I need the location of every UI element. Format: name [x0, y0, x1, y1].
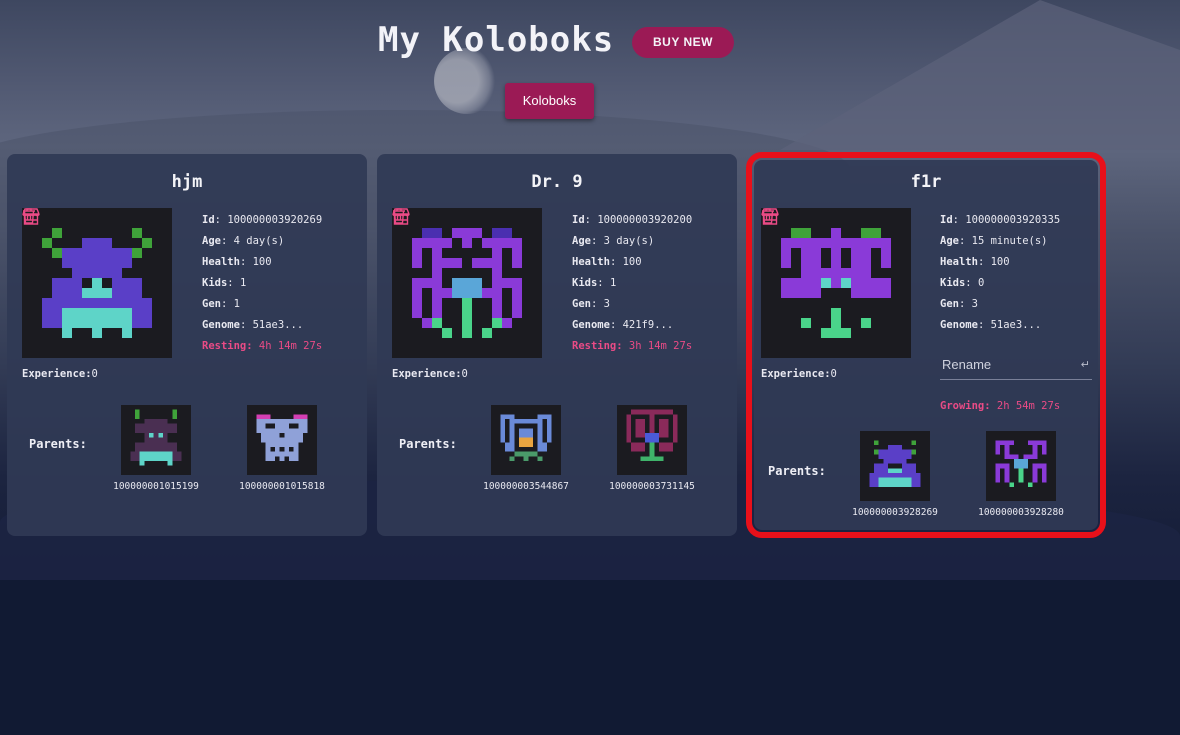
- experience: Experience:0: [761, 368, 837, 380]
- parent-sprite: [500, 414, 552, 461]
- parent-id[interactable]: 100000003928280: [956, 507, 1086, 518]
- stat-kids: Kids: 0: [940, 277, 985, 289]
- kolobok-name: hjm: [171, 172, 203, 192]
- parent-portrait[interactable]: [491, 405, 561, 475]
- parent-id[interactable]: 100000003544867: [461, 481, 591, 492]
- rename-placeholder: Rename: [942, 357, 992, 372]
- stat-age: Age: 4 day(s): [202, 235, 285, 247]
- stat-health: Health: 100: [202, 256, 272, 268]
- kolobok-stats: Id: 100000003920335 Age: 15 minute(s) He…: [940, 210, 1105, 336]
- buy-new-button[interactable]: BUY NEW: [632, 27, 734, 58]
- stat-kids: Kids: 1: [202, 277, 247, 289]
- experience: Experience:0: [22, 368, 98, 380]
- parent-portrait[interactable]: [986, 431, 1056, 501]
- stat-gen: Gen: 3: [940, 298, 978, 310]
- stat-genome: Genome: 51ae3...: [940, 319, 1042, 331]
- kolobok-sprite: [42, 228, 152, 338]
- parent-id[interactable]: 100000001015199: [91, 481, 221, 492]
- kolobok-card: Dr. 9 Id: 100000003920200 Age: 3 day(s) …: [377, 154, 737, 536]
- stat-genome: Genome: 51ae3...: [202, 319, 304, 331]
- kolobok-stats: Id: 100000003920200 Age: 3 day(s) Health…: [572, 210, 737, 357]
- page-title: My Koloboks: [378, 20, 615, 60]
- parent-sprite: [626, 409, 678, 461]
- parent-portrait[interactable]: [121, 405, 191, 475]
- experience: Experience:0: [392, 368, 468, 380]
- kolobok-stats: Id: 100000003920269 Age: 4 day(s) Health…: [202, 210, 367, 357]
- status-timer: Growing: 2h 54m 27s: [940, 400, 1061, 412]
- kolobok-name: f1r: [910, 172, 942, 192]
- shop-icon[interactable]: [392, 208, 410, 225]
- stat-age: Age: 3 day(s): [572, 235, 655, 247]
- parents-label: Parents:: [768, 464, 826, 478]
- status-timer: Resting: 4h 14m 27s: [202, 340, 323, 352]
- shop-icon[interactable]: [761, 208, 779, 225]
- kolobok-name: Dr. 9: [531, 172, 583, 192]
- stat-gen: Gen: 3: [572, 298, 610, 310]
- kolobok-portrait[interactable]: [22, 208, 172, 358]
- parent-sprite: [995, 440, 1047, 487]
- stat-health: Health: 100: [572, 256, 642, 268]
- parent-sprite: [869, 440, 921, 487]
- parent-sprite: [130, 409, 182, 466]
- kolobok-card: f1r Id: 100000003920335 Age: 15 minute(s…: [746, 152, 1106, 538]
- page-header: My Koloboks BUY NEW Koloboks: [0, 0, 1180, 140]
- parents-label: Parents:: [29, 437, 87, 451]
- shop-icon[interactable]: [22, 208, 40, 225]
- koloboks-nav-button[interactable]: Koloboks: [505, 83, 594, 119]
- parent-portrait[interactable]: [860, 431, 930, 501]
- parent-portrait[interactable]: [247, 405, 317, 475]
- kolobok-portrait[interactable]: [761, 208, 911, 358]
- stat-age: Age: 15 minute(s): [940, 235, 1048, 247]
- parent-id[interactable]: 100000001015818: [217, 481, 347, 492]
- stat-id: Id: 100000003920200: [572, 214, 693, 226]
- background-ground: [0, 580, 1180, 735]
- parent-id[interactable]: 100000003731145: [587, 481, 717, 492]
- status-timer: Resting: 3h 14m 27s: [572, 340, 693, 352]
- parents-label: Parents:: [399, 437, 457, 451]
- enter-icon[interactable]: ↵: [1081, 352, 1090, 378]
- kolobok-card: hjm Id: 100000003920269 Age: 4 day(s) He…: [7, 154, 367, 536]
- kolobok-sprite: [781, 228, 891, 338]
- kolobok-portrait[interactable]: [392, 208, 542, 358]
- stat-kids: Kids: 1: [572, 277, 617, 289]
- rename-input[interactable]: Rename ↵: [940, 352, 1092, 380]
- parent-portrait[interactable]: [617, 405, 687, 475]
- parent-sprite: [256, 414, 308, 461]
- stat-genome: Genome: 421f9...: [572, 319, 674, 331]
- parent-id[interactable]: 100000003928269: [830, 507, 960, 518]
- stat-id: Id: 100000003920335: [940, 214, 1061, 226]
- kolobok-sprite: [412, 228, 522, 338]
- stat-gen: Gen: 1: [202, 298, 240, 310]
- stat-health: Health: 100: [940, 256, 1010, 268]
- stat-id: Id: 100000003920269: [202, 214, 323, 226]
